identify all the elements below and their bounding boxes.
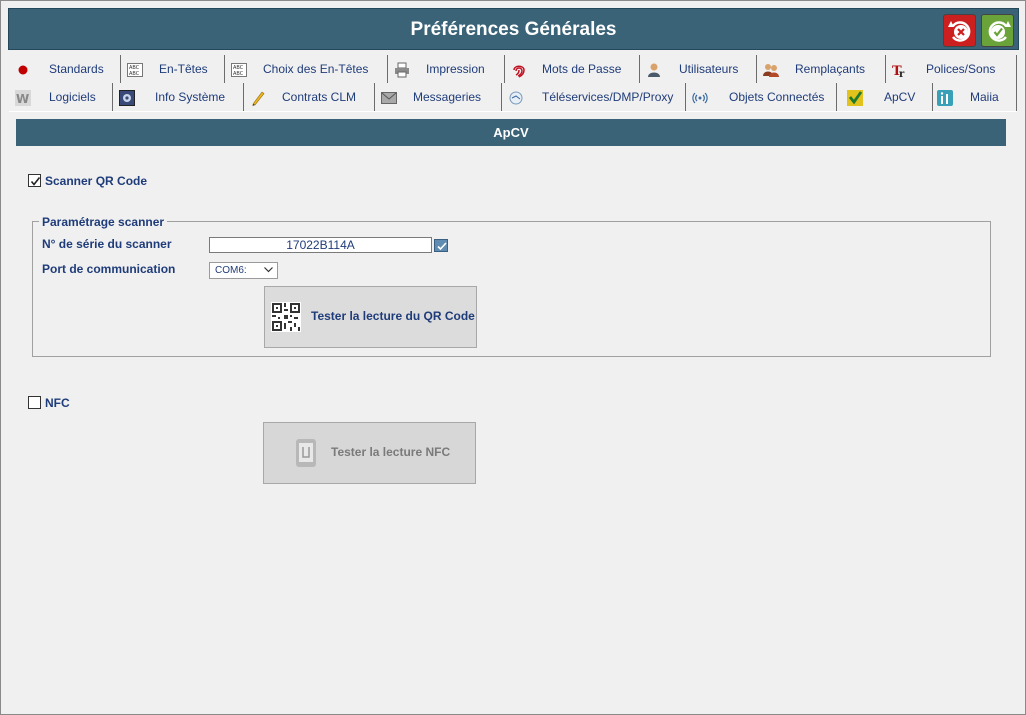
tab-info-systeme[interactable]: Info Système (113, 83, 244, 111)
tab-choix-en-tetes[interactable]: ABC ABC Choix des En-Têtes (225, 55, 388, 83)
red-dot-icon (18, 65, 28, 75)
serial-validate-checkbox[interactable] (434, 239, 448, 252)
network-icon (509, 91, 523, 105)
tab-utilisateurs[interactable]: Utilisateurs (640, 55, 757, 83)
qr-code-icon (271, 302, 301, 332)
chevron-down-icon (264, 267, 273, 273)
ok-icon (988, 21, 1011, 42)
svg-text:W: W (16, 92, 29, 106)
apcv-panel: ApCV Scanner QR Code Paramétrage scanner… (9, 111, 1017, 713)
tab-teleservices[interactable]: Téléservices/DMP/Proxy (502, 83, 686, 111)
tab-label: Polices/Sons (926, 62, 996, 76)
tab-label: Objets Connectés (729, 90, 825, 104)
printer-icon (395, 62, 409, 78)
tab-label: Remplaçants (795, 62, 866, 76)
tab-impression[interactable]: Impression (388, 55, 505, 83)
tab-label: En-Têtes (159, 62, 208, 76)
tab-label: ApCV (884, 90, 916, 104)
nfc-checkbox[interactable] (28, 396, 41, 409)
scanner-qr-checkbox[interactable] (28, 174, 41, 187)
preferences-window: Préférences Générales Standards ABC ABC … (0, 0, 1026, 715)
maiia-icon (937, 90, 953, 106)
title-bar: Préférences Générales (8, 8, 1019, 50)
tab-mots-de-passe[interactable]: Mots de Passe (505, 55, 640, 83)
checkmark-icon (30, 177, 41, 186)
tab-label: Info Système (155, 90, 226, 104)
tab-row-2: W Logiciels Info Système Contrats CLM Me… (9, 83, 1017, 111)
tab-row-1: Standards ABC ABC En-Têtes ABC ABC Choix d… (9, 55, 1017, 83)
port-select[interactable]: COM6: (209, 262, 278, 279)
cancel-icon (948, 21, 971, 42)
serial-label: N° de série du scanner (42, 237, 172, 251)
tab-maiia[interactable]: Maiia (933, 83, 1017, 111)
text-abc-icon: ABCABC (127, 63, 143, 77)
svg-text:r: r (899, 69, 905, 78)
tab-label: Contrats CLM (282, 90, 357, 104)
tab-remplacants[interactable]: Remplaçants (757, 55, 886, 83)
tab-label: Choix des En-Têtes (263, 62, 369, 76)
tab-apcv[interactable]: ApCV (837, 83, 933, 111)
tab-label: Messageries (413, 90, 482, 104)
text-abc-icon: ABCABC (231, 63, 247, 77)
window-title: Préférences Générales (410, 19, 617, 40)
user-icon (648, 63, 660, 77)
scanner-settings-group: Paramétrage scanner N° de série du scann… (32, 215, 991, 357)
svg-text:ABC: ABC (129, 71, 140, 77)
mail-icon (381, 92, 397, 104)
users-icon (763, 64, 779, 77)
tab-label: Impression (426, 62, 485, 76)
test-qr-label: Tester la lecture du QR Code (311, 309, 475, 323)
tab-contrats-clm[interactable]: Contrats CLM (244, 83, 375, 111)
checkmark-icon (437, 242, 447, 251)
software-icon: W (15, 90, 31, 106)
tab-label: Maiia (970, 90, 999, 104)
scanner-qr-label[interactable]: Scanner QR Code (45, 174, 147, 188)
scanner-settings-legend: Paramétrage scanner (39, 215, 168, 229)
nfc-label[interactable]: NFC (45, 396, 70, 410)
serial-input[interactable]: 17022B114A (209, 237, 432, 253)
svg-text:ABC: ABC (233, 71, 244, 77)
wireless-icon (692, 92, 708, 104)
tab-polices-sons[interactable]: Tr Polices/Sons (886, 55, 1017, 83)
cancel-button[interactable] (943, 14, 976, 47)
tab-en-tetes[interactable]: ABC ABC En-Têtes (121, 55, 225, 83)
tab-label: Utilisateurs (679, 62, 739, 76)
font-icon: Tr (892, 64, 905, 78)
nfc-phone-icon (296, 439, 316, 467)
tab-standards[interactable]: Standards (9, 55, 121, 83)
system-icon (119, 90, 135, 106)
port-label: Port de communication (42, 262, 176, 276)
tab-label: Téléservices/DMP/Proxy (542, 90, 674, 104)
test-nfc-label: Tester la lecture NFC (331, 445, 451, 459)
test-qr-button[interactable]: Tester la lecture du QR Code (264, 286, 477, 348)
port-value: COM6: (215, 265, 247, 276)
test-nfc-button[interactable]: Tester la lecture NFC (263, 422, 476, 484)
tab-label: Mots de Passe (542, 62, 622, 76)
validate-button[interactable] (981, 14, 1014, 47)
fingerprint-icon (513, 65, 525, 78)
check-card-icon (847, 90, 863, 106)
tab-label: Logiciels (49, 90, 96, 104)
tab-objets-connectes[interactable]: Objets Connectés (686, 83, 837, 111)
tab-messageries[interactable]: Messageries (375, 83, 502, 111)
pencil-icon (252, 91, 265, 106)
section-title: ApCV (16, 119, 1006, 146)
tab-label: Standards (49, 62, 104, 76)
tab-logiciels[interactable]: W Logiciels (9, 83, 113, 111)
